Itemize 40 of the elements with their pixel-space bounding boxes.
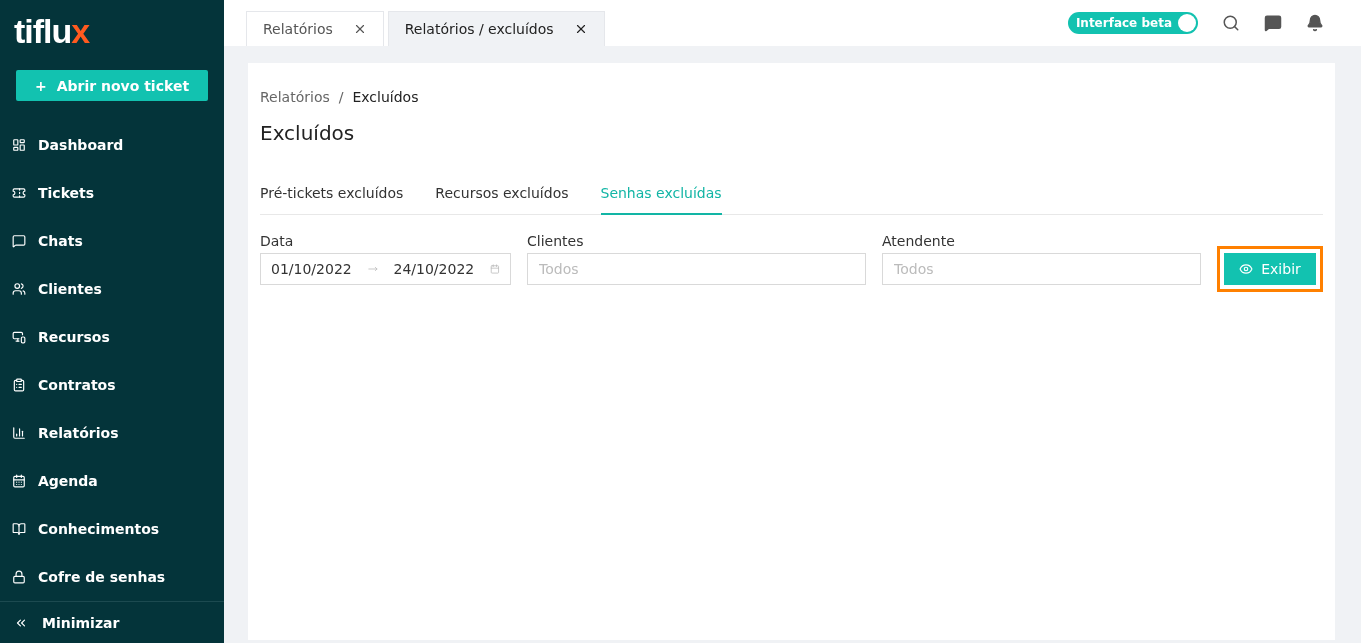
ticket-icon xyxy=(12,186,26,201)
field-label: Atendente xyxy=(882,233,956,249)
chat-icon xyxy=(12,234,26,249)
nav-item[interactable]: Clientes xyxy=(0,265,224,314)
report-icon xyxy=(12,426,26,441)
bell-icon[interactable] xyxy=(1306,14,1324,32)
nav-item[interactable]: Dashboard xyxy=(0,121,224,170)
nav-item[interactable]: Relatórios xyxy=(0,409,224,458)
field-label: Data xyxy=(260,233,295,249)
book-icon xyxy=(12,522,26,537)
calendar-icon xyxy=(490,262,500,276)
page-tab[interactable]: Relatórios xyxy=(246,11,384,46)
breadcrumb-item[interactable]: Relatórios xyxy=(260,89,330,105)
tab[interactable]: Pré-tickets excluídos xyxy=(260,185,404,215)
eye-icon xyxy=(1239,262,1254,276)
nav-item[interactable]: Contratos xyxy=(0,361,224,410)
nav-item[interactable]: Agenda xyxy=(0,457,224,506)
calendar-icon xyxy=(12,474,26,489)
date-range-field[interactable]: 01/10/2022 24/10/2022 xyxy=(260,253,511,285)
chat-icon[interactable] xyxy=(1264,14,1282,32)
nav-item[interactable]: Cofre de senhas xyxy=(0,553,224,602)
search-icon[interactable] xyxy=(1222,14,1240,32)
tab[interactable]: Recursos excluídos xyxy=(435,185,569,215)
users-icon xyxy=(12,282,26,297)
attendant-field[interactable]: Todos xyxy=(882,253,1201,285)
clipboard-icon xyxy=(12,378,26,393)
clients-field[interactable]: Todos xyxy=(527,253,866,285)
breadcrumb-separator: / xyxy=(338,89,344,105)
field-label: Clientes xyxy=(527,233,585,249)
nav-item[interactable]: Tickets xyxy=(0,169,224,218)
nav-item[interactable]: Recursos xyxy=(0,313,224,362)
devices-icon xyxy=(12,330,26,345)
nav-item[interactable]: Conhecimentos xyxy=(0,505,224,554)
lock-icon xyxy=(12,570,26,585)
page-tab[interactable]: Relatórios / excluídos xyxy=(387,11,605,46)
nav-item[interactable]: Chats xyxy=(0,217,224,266)
page-title: Excluídos xyxy=(260,121,356,145)
breadcrumb-item: Excluídos xyxy=(352,89,419,105)
logo: tiflux xyxy=(13,11,91,52)
dashboard-icon xyxy=(12,138,26,153)
